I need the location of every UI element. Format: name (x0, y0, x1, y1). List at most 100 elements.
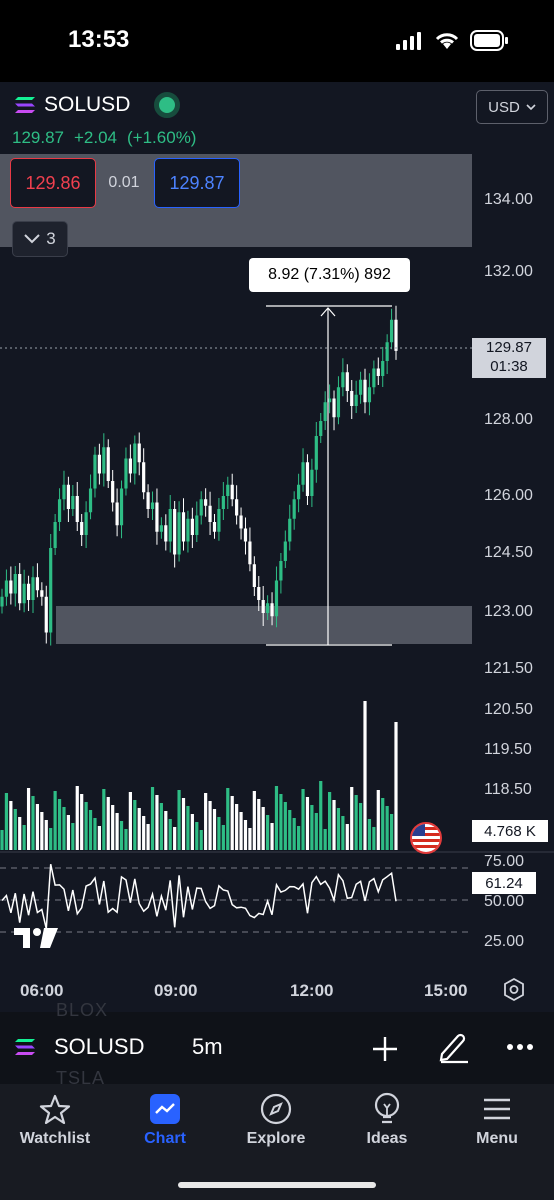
us-flag-icon[interactable] (410, 822, 442, 854)
candle (208, 505, 212, 522)
volume-bar (332, 800, 336, 850)
candle (358, 379, 363, 395)
volume-bar (252, 791, 256, 850)
candle (159, 525, 163, 532)
rsi-axis-label: 25.00 (484, 933, 524, 950)
volume-bar (327, 792, 332, 850)
toolbar-symbol-button[interactable]: SOLUSD (14, 1034, 144, 1060)
candle (66, 484, 71, 509)
indicators-count: 3 (46, 229, 56, 248)
volume-bar (150, 787, 155, 850)
candle (195, 515, 199, 535)
candle (80, 522, 84, 535)
volume-bar (168, 819, 172, 850)
wifi-icon (435, 33, 459, 49)
volume-bar (177, 790, 181, 850)
volume-bar (372, 827, 376, 850)
candle (49, 548, 53, 633)
volume-bar (394, 722, 398, 850)
volume-bar (363, 701, 367, 850)
volume-bar (248, 828, 252, 850)
tab-explore[interactable]: Explore (221, 1092, 331, 1162)
volume-bar (53, 791, 57, 850)
volume-bar (345, 824, 349, 850)
tab-ideas[interactable]: Ideas (332, 1092, 442, 1162)
symbol-title[interactable]: SOLUSD (44, 93, 130, 117)
time-axis-label: 09:00 (154, 981, 197, 1000)
candle (226, 484, 230, 496)
volume-bar (133, 800, 137, 850)
plus-icon[interactable] (372, 1036, 398, 1062)
volume-bar (389, 814, 394, 850)
candle (18, 574, 22, 604)
measure-tool[interactable] (266, 305, 392, 646)
candle (22, 583, 26, 604)
candle (88, 488, 93, 513)
candle (173, 509, 177, 555)
volume-bar (204, 793, 208, 850)
candle (314, 436, 318, 470)
volume-bar (221, 825, 225, 850)
last-price-tag: 129.87 01:38 (472, 338, 546, 378)
chart-settings-icon[interactable] (500, 976, 528, 1004)
volume-bar (385, 806, 389, 850)
candle (62, 484, 66, 500)
volume-bar (186, 806, 190, 850)
volume-bar (164, 811, 168, 850)
indicators-collapse-button[interactable]: 3 (12, 221, 68, 257)
candle (150, 502, 155, 509)
candle (137, 443, 141, 463)
volume-bar (97, 826, 101, 850)
chart-area[interactable]: 134.00 132.00 128.00 126.00 124.50 123.00 121.… (0, 82, 554, 1012)
candle (363, 379, 367, 403)
currency-selector[interactable]: USD (476, 90, 548, 124)
candle (204, 499, 208, 506)
candle (75, 496, 79, 522)
price-axis-label: 121.50 (484, 660, 533, 677)
volume-bar (31, 796, 35, 850)
candle (243, 528, 248, 542)
tab-menu[interactable]: Menu (442, 1092, 552, 1162)
symbol-header[interactable]: SOLUSD (14, 92, 181, 118)
candle (381, 361, 385, 376)
volume-bar (217, 817, 221, 850)
tab-chart[interactable]: Chart (110, 1092, 220, 1162)
more-options-icon[interactable] (506, 1043, 534, 1051)
candle (102, 447, 106, 474)
candle (0, 596, 4, 607)
candle (115, 502, 119, 526)
sell-button[interactable]: 129.86 (10, 158, 96, 208)
price-chart[interactable]: 134.00 132.00 128.00 126.00 124.50 123.00 121.… (0, 82, 554, 1012)
price-axis-label: 132.00 (484, 263, 533, 280)
solana-logo-icon (15, 97, 35, 113)
volume-bar (314, 813, 318, 850)
candle (270, 603, 274, 617)
volume-bar (84, 802, 88, 850)
interval-button[interactable]: 5m (192, 1034, 223, 1060)
tab-label: Ideas (366, 1130, 408, 1147)
candle (266, 603, 270, 613)
tab-watchlist[interactable]: Watchlist (0, 1092, 110, 1162)
candle (97, 454, 101, 474)
candle (4, 580, 9, 597)
volume-bar (319, 781, 323, 850)
status-time: 13:53 (68, 26, 130, 53)
volume-bar (341, 816, 345, 850)
volume-bar (226, 788, 230, 850)
candle (376, 368, 380, 376)
candle (292, 499, 296, 519)
volume-bar (0, 830, 4, 850)
rsi-axis-label: 50.00 (484, 893, 524, 910)
drawing-pen-icon[interactable] (438, 1030, 470, 1064)
volume-bar (283, 802, 287, 850)
volume-bar (57, 799, 62, 850)
volume-bar (62, 807, 66, 850)
volume-bar (26, 788, 31, 850)
signal-icon (396, 32, 421, 50)
last-price: 129.87 (12, 128, 64, 147)
buy-button[interactable]: 129.87 (154, 158, 240, 208)
market-open-indicator (154, 92, 181, 118)
volume-bars-group (0, 701, 398, 850)
price-axis: 134.00 132.00 128.00 126.00 124.50 123.00 121.… (484, 191, 533, 798)
time-axis-label: 15:00 (424, 981, 467, 1000)
